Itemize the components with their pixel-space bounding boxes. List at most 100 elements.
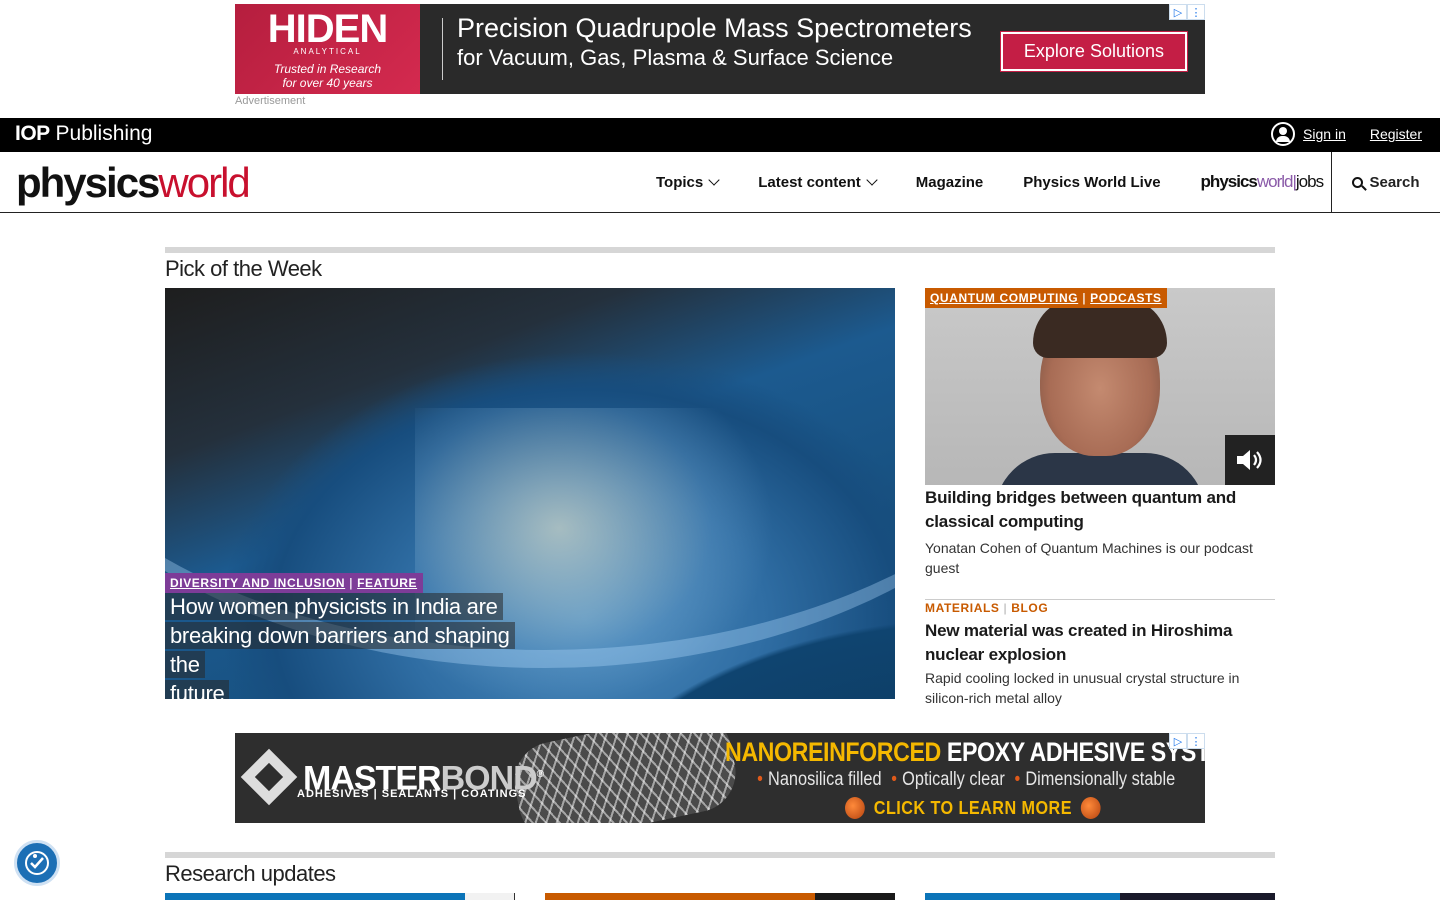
sign-in-link[interactable]: Sign in bbox=[1303, 126, 1346, 142]
adchoices-icon[interactable]: ▷ bbox=[1169, 733, 1187, 749]
article-divider bbox=[925, 599, 1275, 600]
ad-choices-badge[interactable]: ▷ ⋮ bbox=[1169, 733, 1205, 749]
nav-physics-world-live[interactable]: Physics World Live bbox=[1023, 174, 1160, 191]
search-button[interactable]: Search bbox=[1331, 152, 1440, 212]
mb-cta-label: CLICK TO LEARN MORE bbox=[873, 797, 1072, 818]
chevron-down-icon bbox=[866, 173, 878, 186]
nav-physics-world-live-label: Physics World Live bbox=[1023, 173, 1161, 191]
article-title[interactable]: New material was created in Hiroshima nu… bbox=[925, 619, 1275, 667]
masterbond-diamond-icon bbox=[240, 748, 298, 806]
register-link[interactable]: Register bbox=[1370, 126, 1422, 142]
tag-separator: | bbox=[349, 576, 354, 590]
research-card-tag-strip[interactable] bbox=[165, 893, 465, 900]
tag-materials[interactable]: MATERIALS bbox=[925, 601, 1000, 615]
search-icon bbox=[1352, 176, 1364, 188]
accessibility-icon bbox=[25, 851, 49, 875]
hiden-brand-panel: HIDEN ANALYTICAL Trusted in Research for… bbox=[235, 4, 420, 94]
accessibility-button[interactable] bbox=[14, 840, 60, 886]
ad-divider bbox=[442, 18, 443, 80]
nav-topics[interactable]: Topics bbox=[656, 173, 720, 191]
ad-choices-badge[interactable]: ▷ ⋮ bbox=[1169, 4, 1205, 20]
logo-physics: physics bbox=[16, 159, 160, 206]
iop-logo-bold: IOP bbox=[15, 122, 50, 145]
chevron-down-icon bbox=[708, 173, 720, 186]
physics-world-jobs-link[interactable]: physics world | jobs bbox=[1200, 172, 1325, 192]
ad-menu-icon[interactable]: ⋮ bbox=[1187, 733, 1205, 749]
bullet-dot: • bbox=[757, 769, 763, 790]
guest-shirt bbox=[995, 453, 1205, 485]
mb-head-yellow: NANOREINFORCED bbox=[725, 737, 941, 767]
nav-latest-content[interactable]: Latest content bbox=[758, 173, 878, 191]
section-rule bbox=[165, 247, 1275, 253]
hero-feature-card[interactable]: DIVERSITY AND INCLUSION | FEATURE How wome… bbox=[165, 288, 895, 699]
ad-menu-icon[interactable]: ⋮ bbox=[1187, 4, 1205, 20]
masterbond-subtitle: ADHESIVES | SEALANTS | COATINGS bbox=[297, 788, 527, 800]
hero-headline-line: How women physicists in India are bbox=[165, 593, 503, 620]
nav-topics-label: Topics bbox=[656, 173, 704, 191]
jobs-logo-physics: physics bbox=[1200, 172, 1258, 191]
physics-world-logo[interactable]: physicsworld bbox=[16, 159, 251, 206]
hiden-logo-sub: ANALYTICAL bbox=[293, 46, 362, 56]
explore-solutions-button[interactable]: Explore Solutions bbox=[1000, 32, 1187, 71]
research-card-image-strip bbox=[1120, 893, 1275, 900]
logo-world: world bbox=[158, 159, 250, 206]
jobs-logo-jobs: jobs bbox=[1295, 172, 1324, 191]
tag-separator: | bbox=[1003, 601, 1008, 615]
iop-publishing-bar: IOP Publishing Sign in Register bbox=[0, 118, 1440, 152]
audio-play-button[interactable] bbox=[1225, 435, 1275, 485]
orb-icon bbox=[1080, 797, 1101, 819]
hiden-logo: HIDEN bbox=[267, 6, 388, 51]
podcast-title[interactable]: Building bridges between quantum and cla… bbox=[925, 486, 1275, 534]
nav-menu: Topics Latest content Magazine Physics W… bbox=[656, 152, 1363, 212]
iop-logo-text: Publishing bbox=[55, 122, 153, 145]
research-updates-title: Research updates bbox=[165, 861, 336, 886]
podcast-tags: QUANTUM COMPUTING | PODCASTS bbox=[925, 288, 1167, 308]
hiden-tagline: Trusted in Research for over 40 years bbox=[274, 62, 381, 90]
podcast-guest-photo[interactable] bbox=[925, 288, 1275, 485]
top-advertisement-banner[interactable]: HIDEN ANALYTICAL Trusted in Research for… bbox=[235, 4, 1205, 94]
research-card-tag-strip[interactable] bbox=[925, 893, 1120, 900]
tag-feature[interactable]: FEATURE bbox=[357, 576, 417, 590]
orb-icon bbox=[845, 797, 865, 819]
adchoices-icon[interactable]: ▷ bbox=[1169, 4, 1187, 20]
tag-diversity-and-inclusion[interactable]: DIVERSITY AND INCLUSION bbox=[170, 576, 345, 590]
mb-registered: ® bbox=[536, 769, 544, 781]
article-summary: Rapid cooling locked in unusual crystal … bbox=[925, 670, 1240, 706]
main-navigation: physicsworld Topics Latest content Magaz… bbox=[0, 152, 1440, 213]
masterbond-headline: NANOREINFORCED EPOXY ADHESIVE SYSTEMS bbox=[725, 737, 1205, 768]
bullet-dot: • bbox=[1014, 769, 1021, 790]
user-icon bbox=[1271, 122, 1296, 146]
hero-headline-line: future bbox=[165, 680, 230, 699]
hiden-tagline-2: for over 40 years bbox=[282, 75, 373, 90]
hero-headline-line: breaking down barriers and shaping the bbox=[165, 622, 515, 678]
mb-bullet: Optically clear bbox=[902, 769, 1005, 790]
mb-bullet: Dimensionally stable bbox=[1025, 769, 1176, 790]
hiden-tagline-1: Trusted in Research bbox=[273, 61, 382, 76]
bullet-dot: • bbox=[891, 769, 898, 790]
nav-latest-content-label: Latest content bbox=[758, 173, 861, 191]
masterbond-bullets: • Nanosilica filled • Optically clear • Dim… bbox=[752, 769, 1175, 791]
nav-magazine[interactable]: Magazine bbox=[916, 174, 984, 191]
research-card-tag-strip[interactable] bbox=[545, 893, 815, 900]
research-card-image-strip bbox=[815, 893, 895, 900]
tag-podcasts[interactable]: PODCASTS bbox=[1090, 291, 1161, 305]
click-to-learn-more-button[interactable]: CLICK TO LEARN MORE bbox=[845, 797, 1101, 819]
speaker-icon bbox=[1237, 450, 1262, 470]
hero-tags: DIVERSITY AND INCLUSION | FEATURE bbox=[165, 573, 424, 593]
pick-of-the-week-title: Pick of the Week bbox=[165, 256, 322, 281]
tag-blog[interactable]: BLOG bbox=[1011, 601, 1048, 615]
tag-quantum-computing[interactable]: QUANTUM COMPUTING bbox=[930, 291, 1078, 305]
jobs-logo-world: world bbox=[1256, 172, 1294, 191]
article-tags: MATERIALS | BLOG bbox=[925, 601, 1048, 615]
search-label: Search bbox=[1369, 173, 1420, 191]
mb-head-white: EPOXY ADHESIVE SYSTEMS bbox=[946, 737, 1205, 767]
mb-bullet: Nanosilica filled bbox=[768, 769, 882, 790]
section-rule bbox=[165, 852, 1275, 858]
masterbond-advertisement[interactable]: MASTERBOND® ADHESIVES | SEALANTS | COATI… bbox=[235, 733, 1205, 823]
research-card-image-strip bbox=[465, 893, 515, 900]
advertisement-label: Advertisement bbox=[235, 95, 306, 107]
hero-headline[interactable]: How women physicists in India are breaki… bbox=[165, 592, 525, 699]
iop-publishing-logo[interactable]: IOP Publishing bbox=[15, 122, 152, 146]
tag-separator: | bbox=[1082, 291, 1087, 305]
nav-magazine-label: Magazine bbox=[915, 173, 984, 191]
